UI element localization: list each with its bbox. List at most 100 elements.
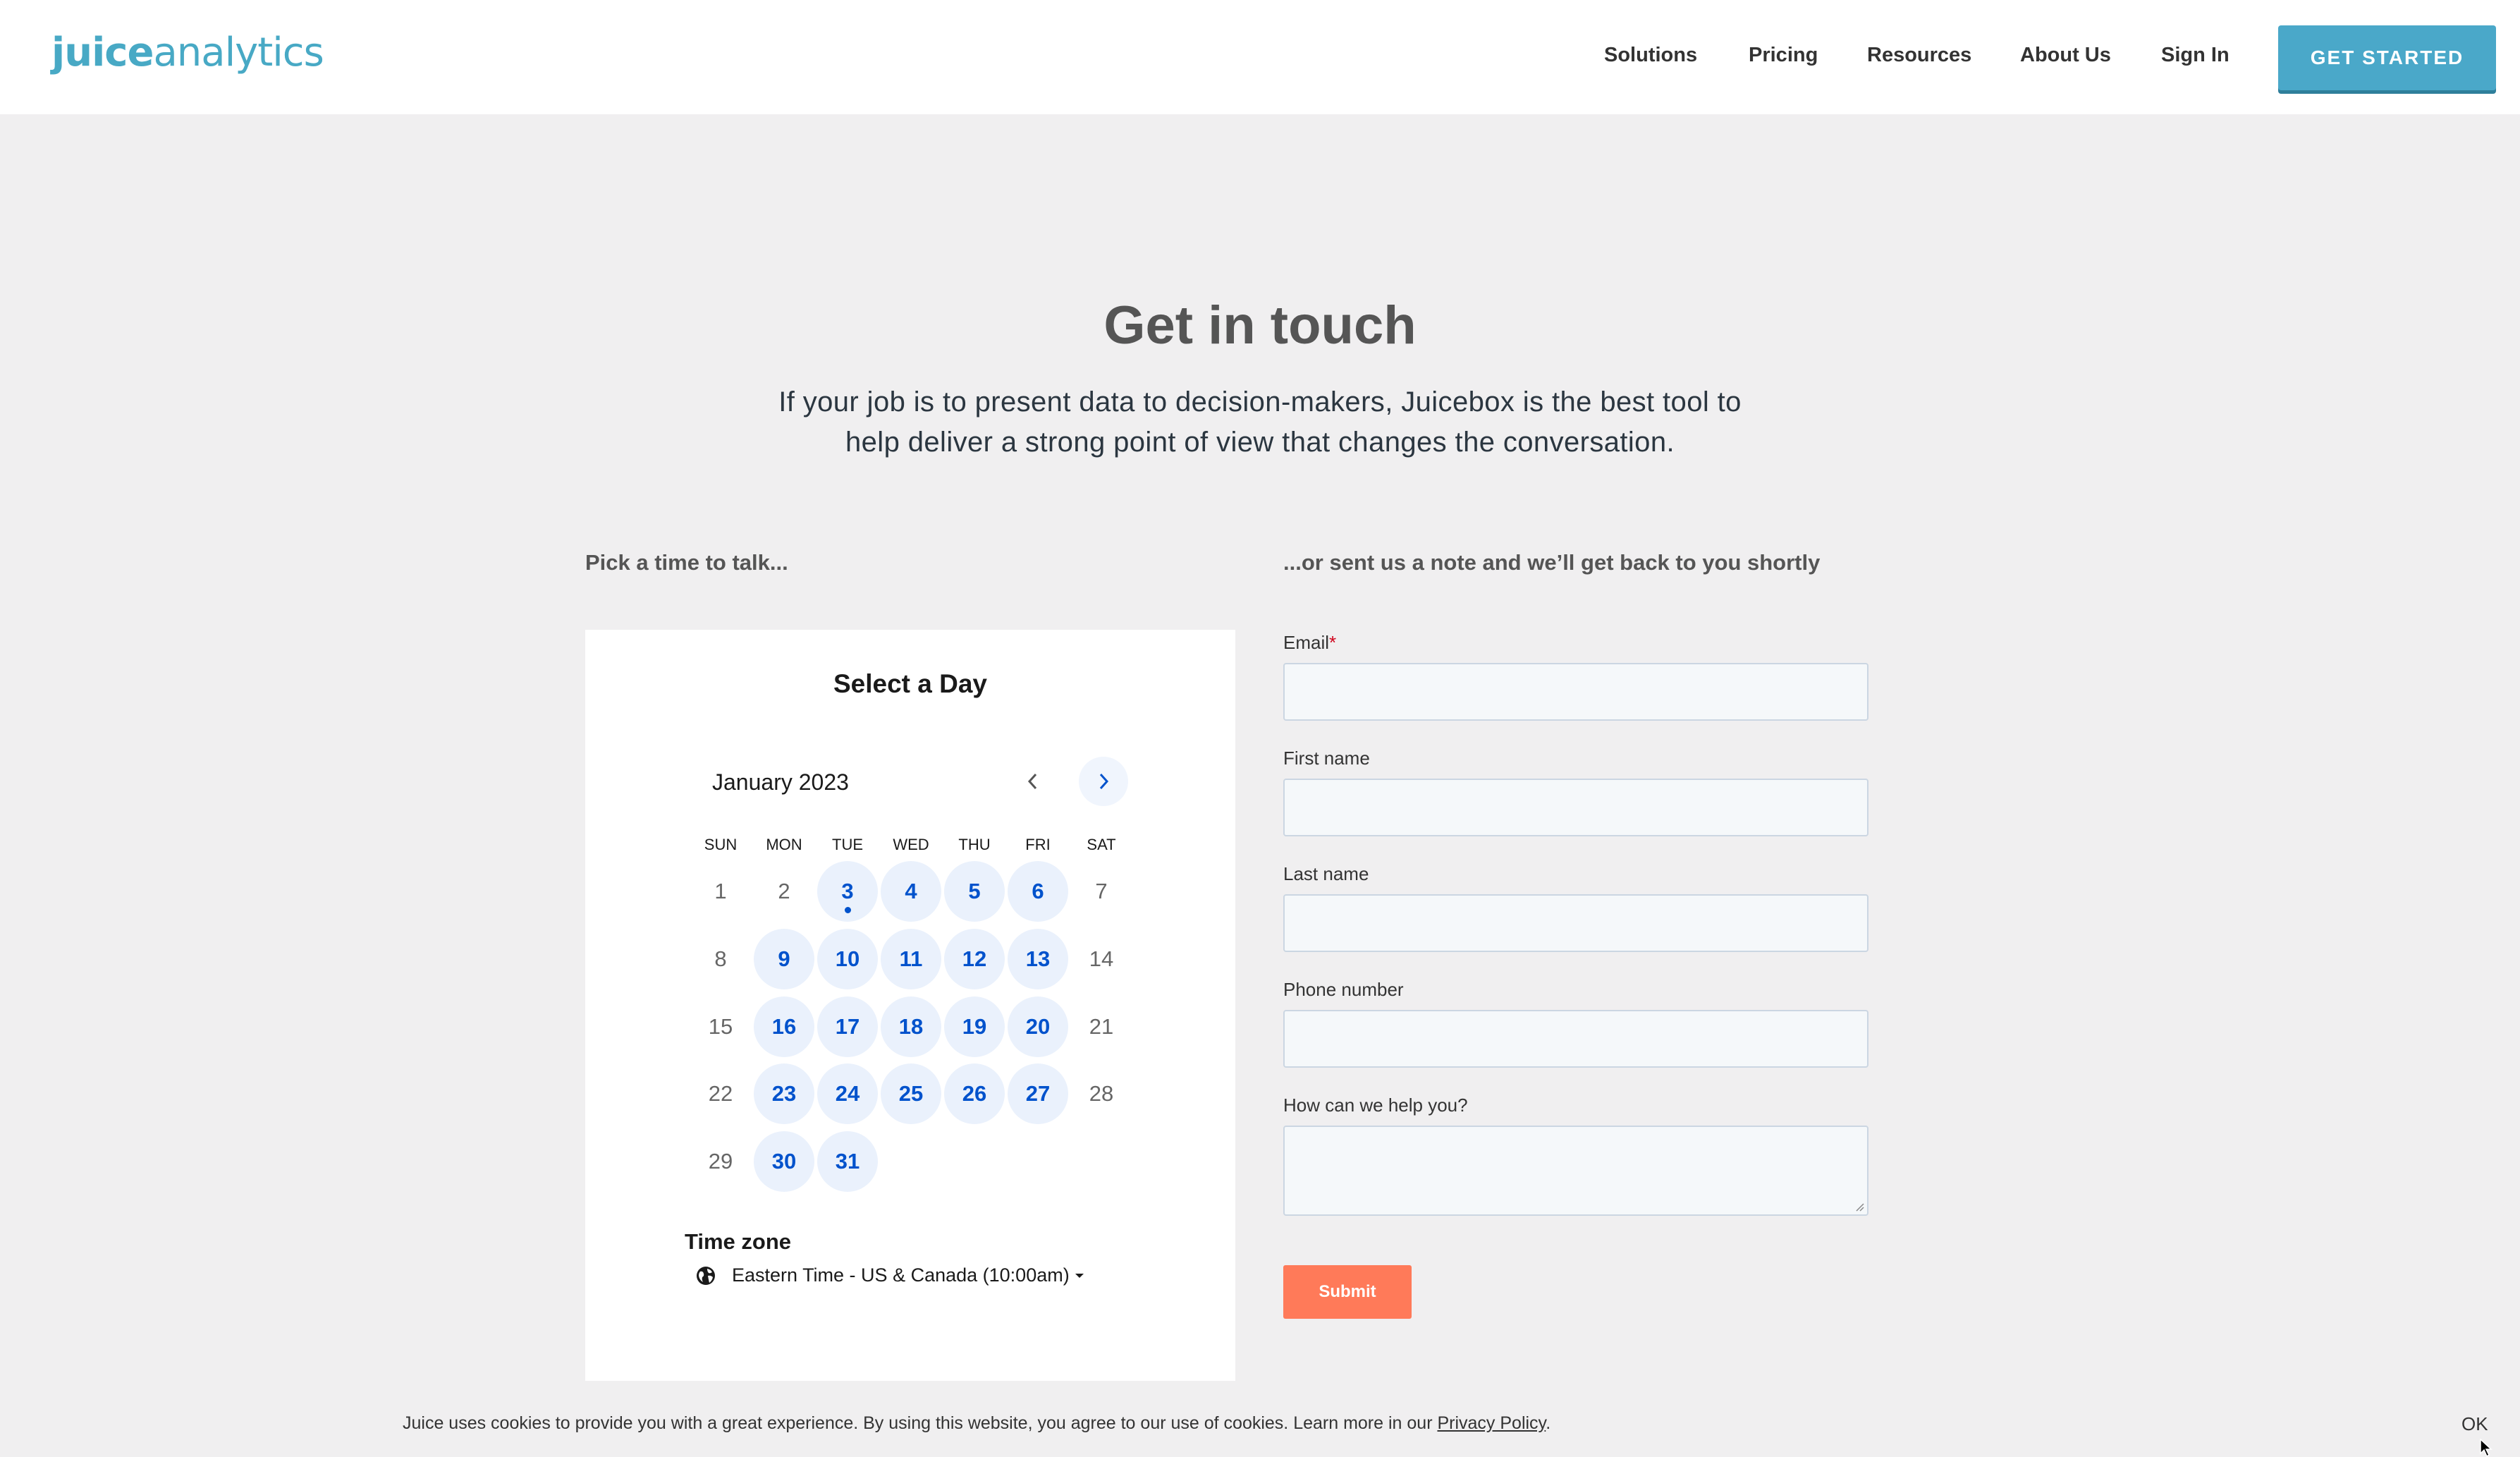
nav-pricing[interactable]: Pricing <box>1749 44 1818 67</box>
day-number: 11 <box>899 946 923 971</box>
day-29: 29 <box>690 1131 751 1192</box>
day-9[interactable]: 9 <box>754 929 814 989</box>
day-number: 29 <box>708 1149 733 1173</box>
day-number: 20 <box>1025 1014 1051 1039</box>
day-number: 10 <box>835 946 860 971</box>
last-name-input[interactable] <box>1283 894 1868 952</box>
day-number: 17 <box>835 1014 860 1039</box>
weekday-fri: FRI <box>1025 836 1051 853</box>
day-number: 8 <box>714 946 727 971</box>
mouse-cursor-icon <box>2480 1439 2493 1457</box>
calendar-widget: Select a Day January 2023 SUN MON TUE WED TH… <box>585 630 1235 1381</box>
get-started-button[interactable]: GET STARTED <box>2278 25 2496 90</box>
day-10[interactable]: 10 <box>817 929 878 989</box>
day-number: 5 <box>968 879 981 903</box>
day-number: 14 <box>1089 946 1114 971</box>
weekday-wed: WED <box>893 836 929 853</box>
day-20[interactable]: 20 <box>1008 996 1068 1057</box>
calendar-month: January 2023 <box>712 769 849 795</box>
day-12[interactable]: 12 <box>944 929 1005 989</box>
day-number: 3 <box>841 879 854 903</box>
day-5[interactable]: 5 <box>944 861 1005 922</box>
nav-about-us[interactable]: About Us <box>2020 44 2111 67</box>
nav-solutions[interactable]: Solutions <box>1604 44 1697 67</box>
day-26[interactable]: 26 <box>944 1063 1005 1124</box>
calendar-title: Select a Day <box>833 669 988 698</box>
day-19[interactable]: 19 <box>944 996 1005 1057</box>
day-number: 24 <box>835 1081 860 1106</box>
day-14: 14 <box>1071 929 1132 989</box>
logo[interactable]: juiceanalytics <box>51 30 324 75</box>
help-textarea[interactable] <box>1283 1126 1868 1216</box>
day-number: 2 <box>778 879 790 903</box>
day-number: 15 <box>708 1014 733 1039</box>
weekday-sun: SUN <box>704 836 738 853</box>
form-section-label: ...or sent us a note and we’ll get back … <box>1283 550 1821 575</box>
day-number: 28 <box>1089 1081 1114 1106</box>
submit-button[interactable]: Submit <box>1283 1265 1412 1319</box>
globe-icon <box>697 1266 715 1285</box>
first-name-label: First name <box>1283 748 1370 769</box>
day-21: 21 <box>1071 996 1132 1057</box>
nav-resources[interactable]: Resources <box>1867 44 1971 67</box>
timezone-label: Time zone <box>685 1229 792 1254</box>
page: juiceanalytics Solutions Pricing Resourc… <box>0 0 2520 1457</box>
day-number: 31 <box>835 1149 860 1173</box>
day-30[interactable]: 30 <box>754 1131 814 1192</box>
privacy-policy-link[interactable]: Privacy Policy <box>1437 1413 1546 1433</box>
cookie-text: Juice uses cookies to provide you with a… <box>403 1413 1438 1433</box>
day-7: 7 <box>1071 861 1132 922</box>
timezone-value: Eastern Time - US & Canada (10:00am) <box>732 1264 1070 1286</box>
first-name-input[interactable] <box>1283 779 1868 836</box>
day-number: 23 <box>771 1081 797 1106</box>
day-11[interactable]: 11 <box>881 929 941 989</box>
weekday-mon: MON <box>766 836 802 853</box>
day-23[interactable]: 23 <box>754 1063 814 1124</box>
timezone-select[interactable]: Eastern Time - US & Canada (10:00am) <box>695 1264 1085 1286</box>
phone-input[interactable] <box>1283 1010 1868 1068</box>
day-number: 13 <box>1025 946 1051 971</box>
day-6[interactable]: 6 <box>1008 861 1068 922</box>
day-17[interactable]: 17 <box>817 996 878 1057</box>
day-number: 25 <box>898 1081 924 1106</box>
day-13[interactable]: 13 <box>1008 929 1068 989</box>
weekday-tue: TUE <box>832 836 863 853</box>
day-31[interactable]: 31 <box>817 1131 878 1192</box>
chevron-left-icon <box>1027 773 1037 790</box>
day-number: 16 <box>771 1014 797 1039</box>
chevron-right-icon <box>1099 773 1109 790</box>
day-number: 1 <box>714 879 727 903</box>
weekday-sat: SAT <box>1087 836 1116 853</box>
subtitle-line-1: If your job is to present data to decisi… <box>778 386 1742 417</box>
cookie-ok-button[interactable]: OK <box>2461 1413 2488 1435</box>
day-16[interactable]: 16 <box>754 996 814 1057</box>
logo-light: analytics <box>153 30 324 75</box>
day-number: 19 <box>962 1014 987 1039</box>
day-25[interactable]: 25 <box>881 1063 941 1124</box>
day-1: 1 <box>690 861 751 922</box>
day-24[interactable]: 24 <box>817 1063 878 1124</box>
last-name-label: Last name <box>1283 863 1369 884</box>
day-27[interactable]: 27 <box>1008 1063 1068 1124</box>
next-month-button[interactable] <box>1079 757 1128 806</box>
calendar-section-label: Pick a time to talk... <box>585 550 788 575</box>
day-number: 7 <box>1095 879 1108 903</box>
day-number: 30 <box>771 1149 797 1173</box>
day-28: 28 <box>1071 1063 1132 1124</box>
today-indicator <box>845 907 851 913</box>
email-input[interactable] <box>1283 663 1868 721</box>
email-label: Email* <box>1283 632 1337 653</box>
day-4[interactable]: 4 <box>881 861 941 922</box>
phone-label: Phone number <box>1283 979 1404 1000</box>
day-22: 22 <box>690 1063 751 1124</box>
day-18[interactable]: 18 <box>881 996 941 1057</box>
prev-month-button[interactable] <box>1008 757 1058 806</box>
day-number: 12 <box>962 946 987 971</box>
nav-sign-in[interactable]: Sign In <box>2161 44 2230 67</box>
day-number: 21 <box>1089 1014 1114 1039</box>
day-number: 4 <box>905 879 917 903</box>
day-number: 9 <box>778 946 790 971</box>
page-title: Get in touch <box>1103 295 1417 355</box>
resize-grip-icon[interactable] <box>1854 1202 1864 1212</box>
day-3[interactable]: 3 <box>817 861 878 922</box>
